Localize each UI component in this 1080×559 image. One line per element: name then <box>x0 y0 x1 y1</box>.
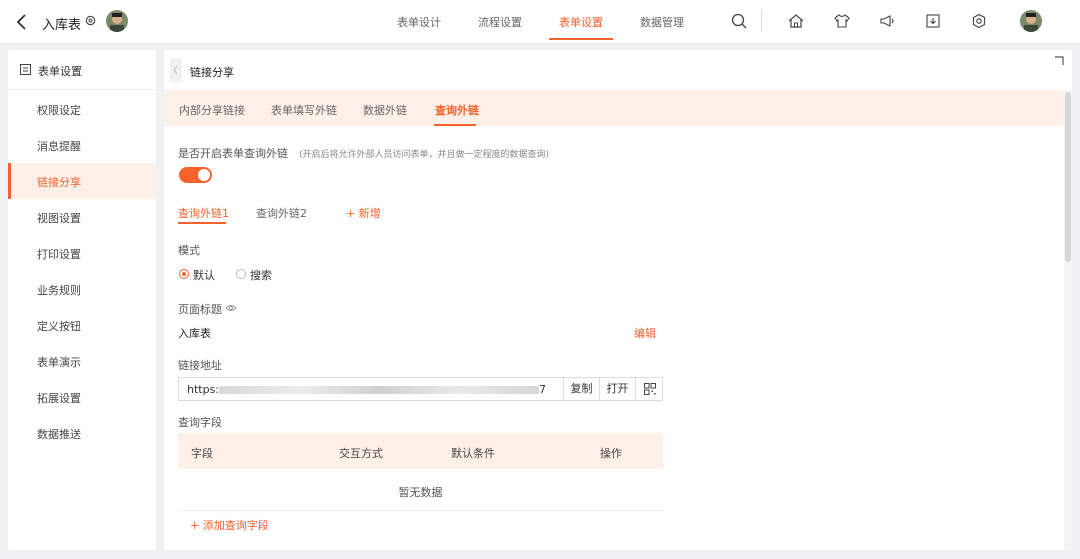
mode-search-radio[interactable] <box>236 269 246 279</box>
copy-link-button[interactable]: 复制 <box>563 378 599 400</box>
eye-icon[interactable] <box>225 303 237 313</box>
page-title-value: 入库表 <box>178 327 211 340</box>
query-fields-label: 查询字段 <box>178 416 222 429</box>
edit-title-button[interactable]: 编辑 <box>634 325 656 341</box>
download-icon[interactable] <box>924 12 942 30</box>
sidebar-header: 表单设置 <box>8 50 156 90</box>
search-icon[interactable] <box>730 12 748 30</box>
enable-toggle[interactable] <box>179 167 212 183</box>
sidebar-item-view-settings[interactable]: 视图设置 <box>8 199 156 235</box>
settings-icon[interactable] <box>970 12 988 30</box>
user-avatar[interactable] <box>1020 10 1042 32</box>
scroll-thumb[interactable] <box>1065 92 1071 262</box>
sidebar-item-permissions[interactable]: 权限设定 <box>8 91 156 127</box>
megaphone-icon[interactable] <box>878 12 896 30</box>
sidebar-item-custom-buttons[interactable]: 定义按钮 <box>8 307 156 343</box>
page-title-label: 页面标题 <box>178 303 222 316</box>
subtab-form-fill-link[interactable]: 表单填写外链 <box>271 102 337 118</box>
link-url-text: https: 7 <box>187 383 547 396</box>
sidebar-item-link-share[interactable]: 链接分享 <box>8 163 156 199</box>
tab-form-settings[interactable]: 表单设置 <box>559 14 603 30</box>
subtab-query-link[interactable]: 查询外链 <box>435 102 479 118</box>
sidebar-title: 表单设置 <box>38 65 82 78</box>
add-query-field-button[interactable]: + 添加查询字段 <box>190 517 269 533</box>
active-tab-indicator <box>549 38 613 40</box>
gear-icon[interactable] <box>84 14 97 27</box>
list-icon <box>20 64 31 75</box>
open-link-button[interactable]: 打开 <box>599 378 635 400</box>
enable-label: 是否开启表单查询外链 <box>178 147 288 160</box>
add-query-tab-button[interactable]: + 新增 <box>346 205 381 221</box>
settings-sidebar: 表单设置 权限设定 消息提醒 链接分享 视图设置 打印设置 业务规则 定义按钮 … <box>8 50 156 550</box>
sidebar-item-form-demo[interactable]: 表单演示 <box>8 343 156 379</box>
col-interaction: 交互方式 <box>339 447 383 460</box>
subtab-internal-link[interactable]: 内部分享链接 <box>179 102 245 118</box>
chevron-left-icon <box>173 65 178 75</box>
scrollbar[interactable] <box>1064 90 1072 550</box>
qrcode-button[interactable] <box>635 378 663 400</box>
link-address-label: 链接地址 <box>178 359 222 372</box>
empty-state-text: 暂无数据 <box>398 486 443 499</box>
sidebar-item-business-rules[interactable]: 业务规则 <box>8 271 156 307</box>
avatar[interactable] <box>106 10 128 32</box>
main-panel: 链接分享 内部分享链接 表单填写外链 数据外链 查询外链 是否开启表单查询外链 … <box>164 50 1072 550</box>
sidebar-item-notifications[interactable]: 消息提醒 <box>8 127 156 163</box>
app-title: 入库表 <box>42 18 82 33</box>
toggle-knob <box>198 169 210 181</box>
mode-search-label[interactable]: 搜索 <box>250 267 272 283</box>
link-share-subtabs: 内部分享链接 表单填写外链 数据外链 查询外链 <box>164 90 1064 126</box>
empty-table-row: 暂无数据 <box>178 469 663 511</box>
expand-icon[interactable] <box>1054 56 1064 66</box>
sidebar-item-print-settings[interactable]: 打印设置 <box>8 235 156 271</box>
link-url-field[interactable]: https: 7 复制 打开 <box>178 377 663 401</box>
query-fields-table-header: 字段 交互方式 默认条件 操作 <box>178 433 663 469</box>
col-actions: 操作 <box>600 447 622 460</box>
tab-data-management[interactable]: 数据管理 <box>640 14 684 30</box>
back-arrow-icon[interactable] <box>14 12 30 32</box>
query-tab-2[interactable]: 查询外链2 <box>256 205 307 221</box>
toolbar-divider <box>761 10 762 32</box>
active-query-tab-indicator <box>178 222 226 224</box>
sidebar-item-extensions[interactable]: 拓展设置 <box>8 379 156 415</box>
query-tab-1[interactable]: 查询外链1 <box>178 205 229 221</box>
home-icon[interactable] <box>787 12 805 30</box>
active-subtab-indicator <box>434 124 476 126</box>
qrcode-icon <box>643 383 656 395</box>
mode-default-radio[interactable] <box>179 269 189 279</box>
tab-form-design[interactable]: 表单设计 <box>397 14 441 30</box>
enable-hint: (开启后将允许外部人员访问表单，并且做一定程度的数据查询) <box>299 150 550 160</box>
collapse-handle[interactable] <box>170 58 182 82</box>
tshirt-icon[interactable] <box>833 12 851 30</box>
sidebar-item-data-push[interactable]: 数据推送 <box>8 415 156 451</box>
redacted-url <box>219 386 540 394</box>
mode-label: 模式 <box>178 244 200 257</box>
mode-default-label[interactable]: 默认 <box>193 267 215 283</box>
tab-flow-settings[interactable]: 流程设置 <box>478 14 522 30</box>
col-default-condition: 默认条件 <box>451 447 495 460</box>
page-title: 链接分享 <box>190 66 234 79</box>
col-field: 字段 <box>191 447 213 460</box>
top-bar: 入库表 表单设计 流程设置 表单设置 数据管理 <box>0 0 1080 44</box>
subtab-data-link[interactable]: 数据外链 <box>363 102 407 118</box>
